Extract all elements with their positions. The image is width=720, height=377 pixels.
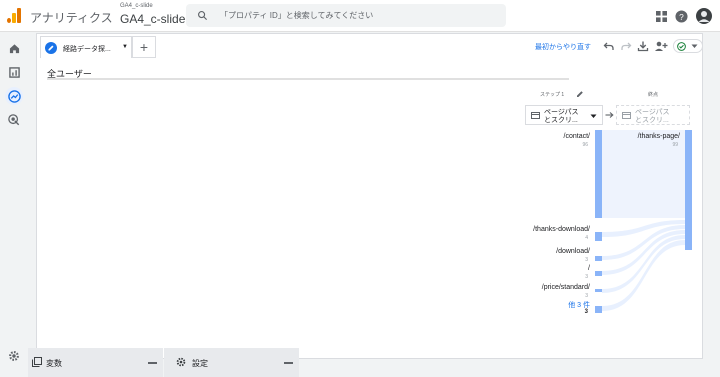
home-icon[interactable] — [5, 39, 23, 57]
node-value: 3 — [584, 309, 588, 315]
node-label[interactable]: / — [588, 265, 590, 272]
node-value: 3 — [585, 257, 588, 263]
node-bar-download[interactable] — [595, 256, 602, 261]
advertising-icon[interactable] — [5, 111, 23, 129]
account-name[interactable]: GA4_c-slide — [120, 3, 153, 9]
help-icon[interactable]: ? — [675, 9, 688, 23]
node-label[interactable]: /thanks-download/ — [533, 226, 590, 233]
property-name[interactable]: GA4_c-slide — [120, 12, 185, 26]
exploration-canvas: 経路データ探... ▼ + 最初からやり直す 全ユーザー ステップ 1 終点 ペ… — [36, 33, 703, 359]
app-name: アナリティクス — [30, 11, 113, 25]
minimize-icon[interactable] — [148, 362, 157, 364]
flow-link-others[interactable] — [602, 240, 685, 311]
node-label[interactable]: /contact/ — [564, 133, 590, 140]
node-value: 99 — [672, 142, 678, 148]
flow-link-root[interactable] — [602, 230, 685, 275]
search-icon — [198, 11, 208, 21]
path-flow-diagram — [595, 130, 692, 313]
search-bar[interactable]: 「プロパティ ID」と検索してみてください — [186, 4, 506, 27]
node-bar-thanks-page[interactable] — [685, 130, 692, 250]
node-bar-root[interactable] — [595, 271, 602, 276]
left-nav — [0, 32, 28, 377]
variables-icon — [32, 357, 42, 367]
node-bar-price-standard[interactable] — [595, 289, 602, 292]
node-label[interactable]: /download/ — [556, 248, 590, 255]
variables-panel-tab[interactable]: 変数 — [28, 348, 163, 377]
minimize-icon[interactable] — [284, 362, 293, 364]
node-value: 3 — [585, 274, 588, 280]
node-bar-others[interactable] — [595, 306, 602, 313]
node-label[interactable]: /thanks-page/ — [638, 133, 680, 140]
variables-label: 変数 — [46, 359, 62, 368]
gear-icon — [176, 357, 186, 367]
search-placeholder: 「プロパティ ID」と検索してみてください — [220, 11, 374, 20]
svg-text:?: ? — [679, 11, 684, 21]
node-bar-thanks-download[interactable] — [595, 232, 602, 241]
node-bar-contact[interactable] — [595, 130, 602, 218]
node-label[interactable]: /price/standard/ — [542, 284, 590, 291]
settings-label: 設定 — [192, 359, 208, 368]
node-value: 96 — [582, 142, 588, 148]
settings-panel-tab[interactable]: 設定 — [164, 348, 299, 377]
explore-icon[interactable] — [5, 87, 23, 105]
gear-icon[interactable] — [5, 347, 23, 365]
node-value: 4 — [585, 235, 588, 241]
reports-icon[interactable] — [5, 63, 23, 81]
node-value: 3 — [585, 293, 588, 299]
analytics-logo[interactable] — [7, 8, 21, 23]
apps-grid-icon[interactable] — [656, 10, 667, 22]
account-avatar[interactable] — [696, 8, 712, 24]
top-bar: アナリティクス GA4_c-slide GA4_c-slide 「プロパティ I… — [0, 0, 720, 32]
